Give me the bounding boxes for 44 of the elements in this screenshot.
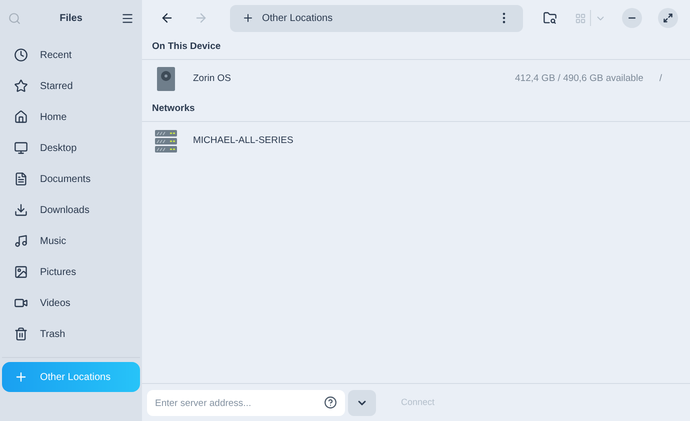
server-address-field[interactable]: Enter server address... xyxy=(147,390,345,416)
monitor-icon xyxy=(14,141,28,155)
plus-icon xyxy=(242,12,254,24)
app-title: Files xyxy=(60,12,82,26)
sidebar-item[interactable]: Desktop xyxy=(2,133,140,163)
video-icon xyxy=(14,296,28,310)
clock-icon xyxy=(14,48,28,62)
server-icon xyxy=(154,129,178,153)
arrow-left-icon xyxy=(160,11,174,25)
sidebar-item[interactable]: Documents xyxy=(2,164,140,194)
sidebar-item[interactable]: Videos xyxy=(2,288,140,318)
sidebar-item[interactable]: Recent xyxy=(2,40,140,70)
mount-path: / xyxy=(659,72,662,86)
sidebar-item[interactable]: Trash xyxy=(2,319,140,349)
download-icon xyxy=(14,203,28,217)
sidebar-item[interactable]: Starred xyxy=(2,71,140,101)
maximize-icon xyxy=(663,13,673,23)
recent-servers-button[interactable] xyxy=(348,390,376,416)
location-row[interactable]: Zorin OS 412,4 GB / 490,6 GB available / xyxy=(142,60,690,98)
music-icon xyxy=(14,234,28,248)
arrow-right-icon xyxy=(194,11,208,25)
home-icon xyxy=(14,110,28,124)
sidebar-item[interactable]: Home xyxy=(2,102,140,132)
maximize-button[interactable] xyxy=(658,8,678,28)
sidebar-item[interactable]: Downloads xyxy=(2,195,140,225)
sidebar-item[interactable]: Pictures xyxy=(2,257,140,287)
folder-search-icon[interactable] xyxy=(543,11,557,25)
trash-icon xyxy=(14,327,28,341)
location-name: MICHAEL-ALL-SERIES xyxy=(193,134,294,148)
plus-icon xyxy=(14,370,28,384)
document-icon xyxy=(14,172,28,186)
menu-icon[interactable] xyxy=(120,12,134,24)
image-icon xyxy=(14,265,28,279)
help-icon[interactable] xyxy=(324,396,337,409)
star-icon xyxy=(14,79,28,93)
location-label: Other Locations xyxy=(262,12,334,26)
storage-info: 412,4 GB / 490,6 GB available xyxy=(515,72,644,86)
section-heading: On This Device xyxy=(142,36,690,60)
location-row[interactable]: MICHAEL-ALL-SERIES xyxy=(142,122,690,160)
location-name: Zorin OS xyxy=(193,72,232,86)
section-heading: Networks xyxy=(142,98,690,122)
sidebar-item[interactable]: Music xyxy=(2,226,140,256)
location-bar[interactable]: Other Locations xyxy=(230,4,523,32)
hard-drive-icon xyxy=(156,66,176,92)
